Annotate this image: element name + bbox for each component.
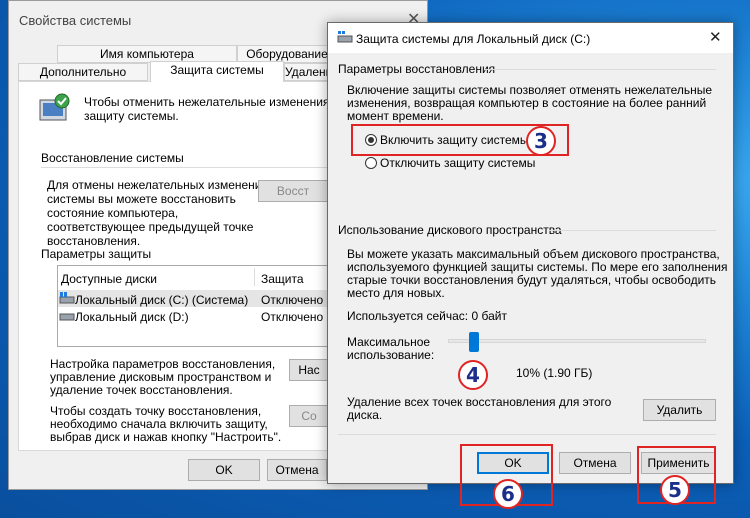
usage-slider-thumb[interactable]: [469, 332, 479, 352]
list-header-protection[interactable]: Защита: [261, 272, 304, 286]
restore-settings-heading: Параметры восстановления: [338, 62, 496, 76]
drive-d-name: Локальный диск (D:): [75, 310, 189, 324]
cancel-button[interactable]: Отмена: [559, 452, 631, 474]
marker-5: 5: [660, 475, 690, 505]
radio-disable[interactable]: [365, 157, 377, 169]
marker-3: 3: [526, 126, 556, 156]
intro-line-2: защиту системы.: [84, 109, 179, 123]
slider-value: 10% (1.90 ГБ): [516, 366, 593, 380]
marker-6: 6: [493, 479, 523, 509]
dialog-title: Защита системы для Локальный диск (C:): [356, 32, 591, 46]
restore-description: Включение защиты системы позволяет отмен…: [347, 83, 713, 123]
usage-slider-track[interactable]: [448, 339, 706, 343]
radio-disable-label[interactable]: Отключить защиту системы: [380, 156, 535, 170]
create-description: Чтобы создать точку восстановления, необ…: [50, 404, 282, 444]
drive-d-state: Отключено: [261, 310, 324, 324]
create-button[interactable]: Со: [289, 405, 329, 427]
divider: [41, 167, 331, 168]
current-usage: Используется сейчас: 0 байт: [347, 309, 507, 323]
bg-ok-button[interactable]: OK: [188, 459, 260, 481]
restore-heading: Восстановление системы: [41, 151, 184, 165]
bg-cancel-button[interactable]: Отмена: [267, 459, 327, 481]
marker-4: 4: [458, 360, 488, 390]
system-drive-icon: [59, 292, 75, 304]
config-description: Настройка параметров восстановления, упр…: [50, 357, 276, 397]
disk-usage-heading: Использование дискового пространства: [338, 223, 562, 237]
system-protection-icon: [39, 93, 70, 121]
restore-button[interactable]: Восст: [258, 180, 328, 202]
configure-button[interactable]: Нас: [289, 359, 329, 381]
drive-title-icon: [337, 31, 353, 43]
disk-description: Вы можете указать максимальный объем дис…: [347, 247, 728, 300]
list-header-drives[interactable]: Доступные диски: [61, 272, 157, 286]
close-icon[interactable]: ✕: [709, 28, 722, 46]
delete-button[interactable]: Удалить: [643, 399, 716, 421]
drive-c-name: Локальный диск (C:) (Система): [75, 293, 249, 307]
delete-description: Удаление всех точек восстановления для э…: [347, 395, 612, 422]
restore-description: Для отмены нежелательных изменений систе…: [47, 178, 269, 248]
protection-heading: Параметры защиты: [41, 247, 152, 261]
window-title: Свойства системы: [19, 13, 132, 28]
max-usage-label: Максимальное использование:: [347, 335, 435, 362]
tab-advanced[interactable]: Дополнительно: [18, 63, 148, 81]
intro-line-1: Чтобы отменить нежелательные изменения, …: [84, 95, 349, 109]
drive-icon: [59, 313, 75, 321]
drive-c-state: Отключено: [261, 293, 324, 307]
tab-system-protection[interactable]: Защита системы: [150, 61, 284, 82]
